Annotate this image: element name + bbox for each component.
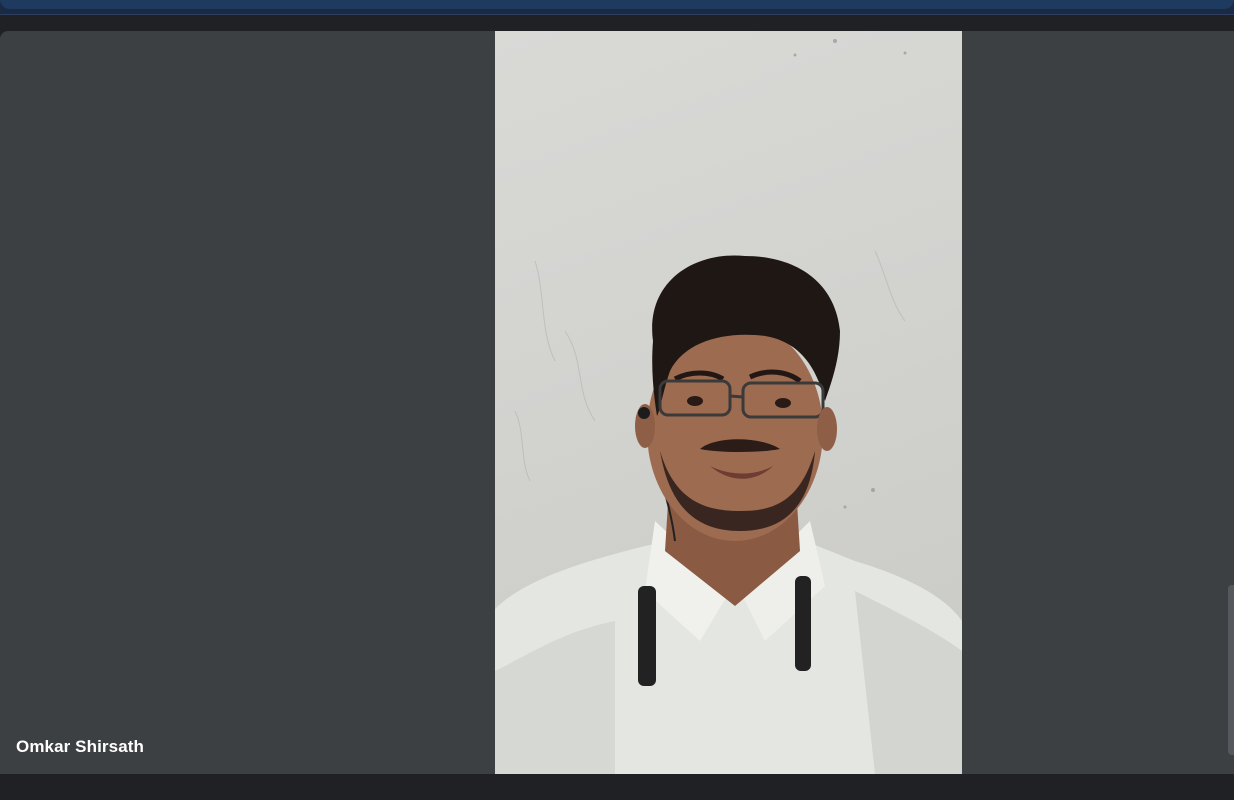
top-notification-strip [0, 0, 1234, 15]
participant-name-label: Omkar Shirsath [16, 737, 145, 756]
participant-video-frame [495, 39, 962, 774]
meeting-controls-bar [0, 774, 1234, 800]
top-notice-text [0, 0, 1234, 9]
side-panel-handle[interactable] [1228, 585, 1234, 755]
participant-video[interactable] [495, 31, 962, 774]
meeting-stage: Omkar Shirsath [0, 31, 1234, 774]
